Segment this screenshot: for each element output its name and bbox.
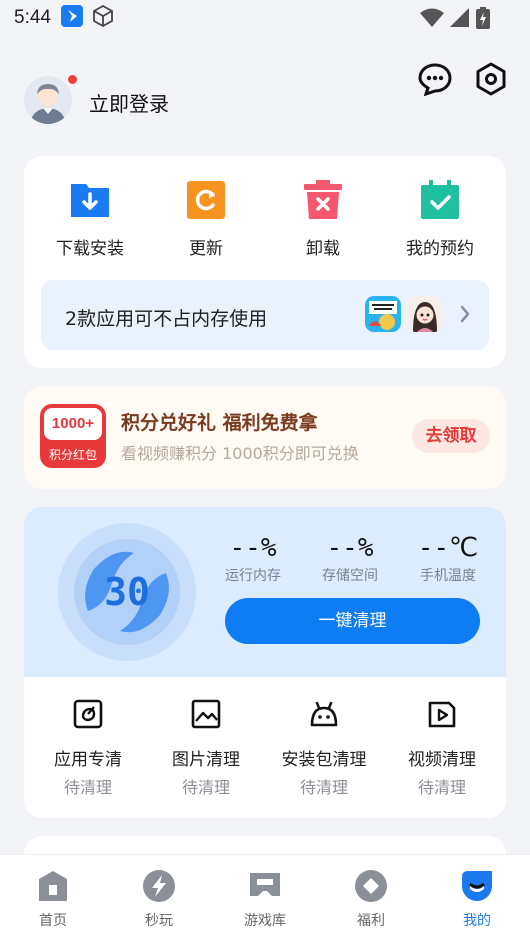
tool-image-clean[interactable]: 图片清理 待清理 xyxy=(151,699,261,798)
android-icon xyxy=(309,699,339,729)
update-icon xyxy=(186,180,226,220)
bottom-tab-bar: 首页 秒玩 游戏库 福利 我的 xyxy=(0,854,530,942)
clean-score-gauge: 30 xyxy=(58,523,196,661)
stat-temperature: --℃ 手机温度 xyxy=(417,533,479,584)
profile-header: 立即登录 xyxy=(0,56,530,146)
cleaner-summary: 30 --% 运行内存 --% 存储空间 --℃ 手机温度 一键清理 xyxy=(24,507,506,677)
cleaner-card: 30 --% 运行内存 --% 存储空间 --℃ 手机温度 一键清理 应用专清 … xyxy=(24,507,506,818)
profile-icon xyxy=(460,869,494,903)
message-icon[interactable] xyxy=(418,62,452,97)
avatar[interactable] xyxy=(24,76,72,124)
points-promo-card[interactable]: 1000+ 积分红包 积分兑好礼 福利免费拿 看视频赚积分 1000积分即可兑换… xyxy=(24,386,506,489)
signal-icon xyxy=(450,8,470,33)
image-icon xyxy=(191,699,221,729)
battery-icon xyxy=(476,7,490,34)
tab-profile[interactable]: 我的 xyxy=(424,869,530,930)
points-title: 积分兑好礼 福利免费拿 xyxy=(121,412,318,434)
tab-welfare[interactable]: 福利 xyxy=(318,869,424,930)
tab-game-library[interactable]: 游戏库 xyxy=(212,869,318,930)
points-subtitle: 看视频赚积分 1000积分即可兑换 xyxy=(121,444,359,463)
stat-memory: --% 运行内存 xyxy=(225,533,281,584)
tab-home[interactable]: 首页 xyxy=(0,869,106,930)
notification-dot xyxy=(68,75,77,84)
one-click-clean-button[interactable]: 一键清理 xyxy=(225,598,480,644)
login-link[interactable]: 立即登录 xyxy=(89,88,169,117)
free-storage-text: 2款应用可不占内存使用 xyxy=(65,308,268,330)
tool-video-clean[interactable]: 视频清理 待清理 xyxy=(387,699,497,798)
box-icon xyxy=(91,4,115,33)
game-library-icon xyxy=(248,869,282,903)
app-thumbnail-icon xyxy=(365,296,401,332)
points-red-packet-badge: 1000+ 积分红包 xyxy=(40,404,106,468)
quick-actions-card: 下载安装 更新 卸载 我的预约 2款应用可不占内存使用 xyxy=(24,156,506,368)
free-storage-banner[interactable]: 2款应用可不占内存使用 xyxy=(41,280,489,350)
stat-storage: --% 存储空间 xyxy=(322,533,378,584)
download-icon xyxy=(70,180,110,220)
app-clean-icon xyxy=(73,699,103,729)
uninstall-icon xyxy=(303,180,343,220)
chevron-right-icon xyxy=(459,304,471,328)
app-notification-icon xyxy=(60,4,83,32)
clean-score: 30 xyxy=(104,570,150,614)
uninstall-button[interactable]: 卸载 xyxy=(273,180,373,259)
calendar-check-icon xyxy=(420,180,460,220)
gift-icon xyxy=(354,869,388,903)
claim-button[interactable]: 去领取 xyxy=(412,419,490,453)
status-time: 5:44 xyxy=(14,7,51,28)
tool-app-clean[interactable]: 应用专清 待清理 xyxy=(33,699,143,798)
wifi-icon xyxy=(420,8,444,33)
status-bar: 5:44 xyxy=(0,0,530,36)
tool-apk-clean[interactable]: 安装包清理 待清理 xyxy=(269,699,379,798)
my-reservations-button[interactable]: 我的预约 xyxy=(390,180,490,259)
settings-icon[interactable] xyxy=(475,62,509,96)
update-button[interactable]: 更新 xyxy=(156,180,256,259)
tab-instant-play[interactable]: 秒玩 xyxy=(106,869,212,930)
lightning-icon xyxy=(142,869,176,903)
home-icon xyxy=(36,869,70,903)
video-icon xyxy=(427,699,457,729)
game-thumbnail-icon xyxy=(407,296,443,332)
download-install-button[interactable]: 下载安装 xyxy=(40,180,140,259)
